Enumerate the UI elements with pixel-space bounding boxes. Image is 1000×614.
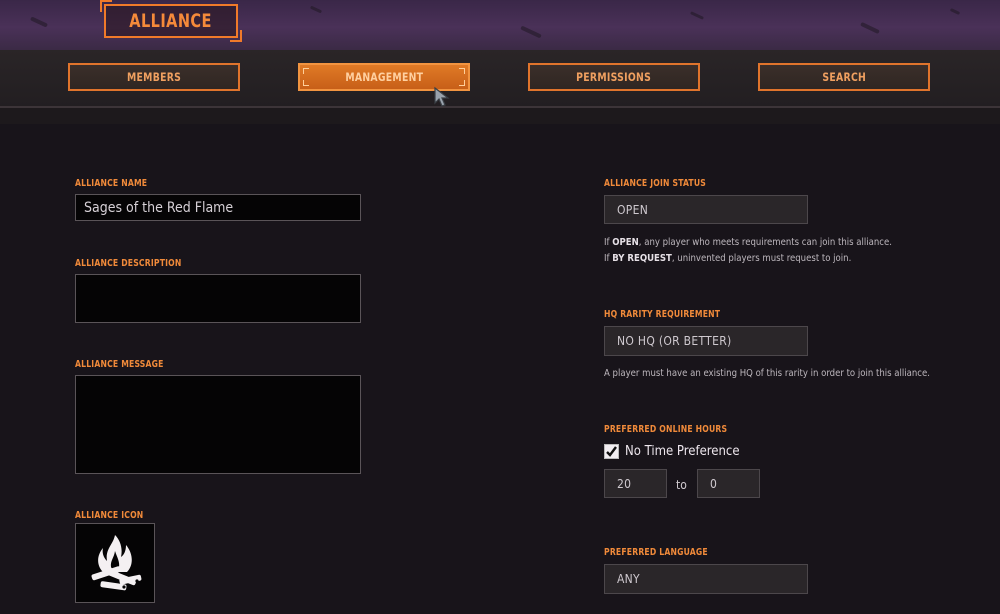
corner-decoration [303, 80, 309, 86]
alliance-description-input[interactable] [75, 274, 361, 323]
page-title: ALLIANCE [129, 10, 213, 32]
hq-rarity-note: A player must have an existing HQ of thi… [604, 368, 930, 379]
alliance-message-label: ALLIANCE MESSAGE [75, 359, 164, 370]
alliance-message-input[interactable] [75, 375, 361, 474]
tab-label: SEARCH [822, 70, 866, 84]
join-status-note-open: If OPEN, any player who meets requiremen… [604, 237, 892, 248]
alliance-icon-label: ALLIANCE ICON [75, 510, 144, 521]
alliance-icon-picker[interactable] [75, 523, 155, 603]
no-time-preference-checkbox[interactable] [604, 444, 619, 459]
alliance-name-input[interactable]: Sages of the Red Flame [75, 194, 361, 221]
hq-rarity-label: HQ RARITY REQUIREMENT [604, 309, 721, 320]
preferred-language-dropdown[interactable]: ANY [604, 564, 808, 594]
divider [0, 108, 1000, 124]
hours-to-input[interactable]: 0 [697, 469, 760, 498]
hq-rarity-dropdown[interactable]: NO HQ (OR BETTER) [604, 326, 808, 356]
hours-to-separator: to [676, 478, 687, 492]
tab-label: MEMBERS [126, 70, 182, 84]
tab-label: PERMISSIONS [576, 70, 652, 84]
preferred-language-label: PREFERRED LANGUAGE [604, 547, 708, 558]
alliance-description-label: ALLIANCE DESCRIPTION [75, 258, 182, 269]
no-time-preference-label: No Time Preference [625, 444, 740, 459]
corner-decoration [303, 68, 309, 74]
tab-permissions[interactable]: PERMISSIONS [528, 63, 700, 91]
checkmark-icon [606, 446, 617, 457]
top-banner: ALLIANCE [0, 0, 1000, 50]
corner-decoration [459, 80, 465, 86]
alliance-name-label: ALLIANCE NAME [75, 178, 148, 189]
hours-from-input[interactable]: 20 [604, 469, 667, 498]
tab-label: MANAGEMENT [345, 70, 423, 84]
online-hours-label: PREFERRED ONLINE HOURS [604, 424, 728, 435]
tab-strip: MEMBERS MANAGEMENT PERMISSIONS SEARCH [0, 50, 1000, 108]
tab-members[interactable]: MEMBERS [68, 63, 240, 91]
join-status-note-request: If BY REQUEST, uninvented players must r… [604, 253, 852, 264]
join-status-label: ALLIANCE JOIN STATUS [604, 178, 707, 189]
tab-search[interactable]: SEARCH [758, 63, 930, 91]
campfire-icon [91, 535, 142, 591]
join-status-dropdown[interactable]: OPEN [604, 195, 808, 224]
corner-decoration [459, 68, 465, 74]
page-title-plate: ALLIANCE [100, 0, 242, 42]
mouse-cursor-icon [434, 86, 450, 107]
